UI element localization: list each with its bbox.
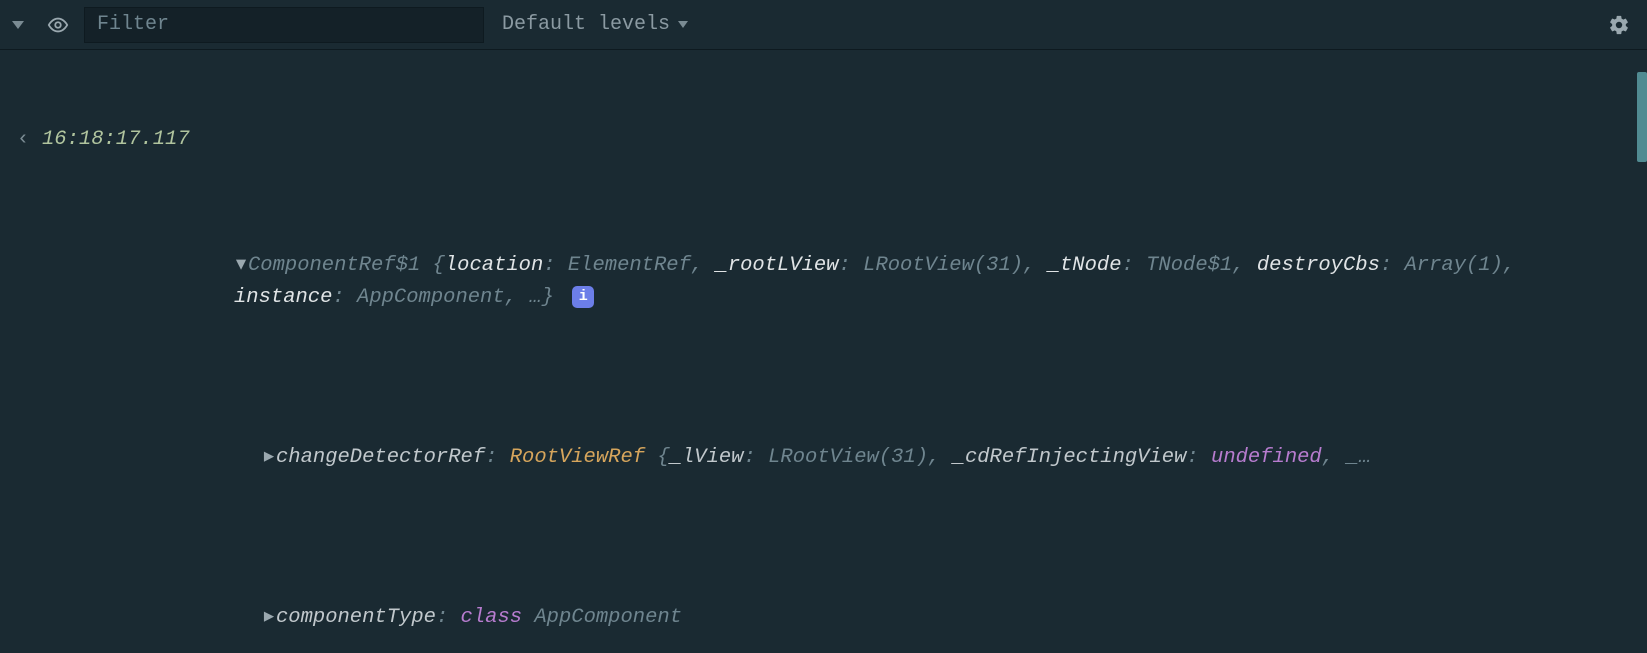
log-timestamp: 16:18:17.117 <box>42 124 190 156</box>
caret-right-icon[interactable]: ▸ <box>262 442 276 474</box>
prop-componentType[interactable]: ▸componentType: class AppComponent <box>234 602 1633 634</box>
info-badge[interactable]: i <box>572 286 594 308</box>
console-log-area: ‹ 16:18:17.117 ▾ComponentRef$1 {location… <box>0 50 1647 653</box>
gear-icon <box>1608 14 1630 36</box>
log-levels-dropdown[interactable]: Default levels <box>492 9 698 41</box>
scrollbar-thumb[interactable] <box>1637 72 1647 162</box>
live-expression-button[interactable] <box>40 7 76 43</box>
log-entry[interactable]: ‹ 16:18:17.117 ▾ComponentRef$1 {location… <box>14 122 1633 653</box>
console-settings-button[interactable] <box>1601 7 1637 43</box>
prop-changeDetectorRef[interactable]: ▸changeDetectorRef: RootViewRef {_lView:… <box>234 442 1633 474</box>
object-summary[interactable]: ▾ComponentRef$1 {location: ElementRef, _… <box>234 250 1633 314</box>
caret-right-icon[interactable]: ▸ <box>262 602 276 634</box>
context-dropdown[interactable] <box>4 7 32 43</box>
log-levels-label: Default levels <box>502 9 670 41</box>
chevron-down-icon <box>12 21 24 29</box>
filter-input[interactable] <box>84 7 484 43</box>
expand-stack-icon[interactable]: ‹ <box>14 124 32 156</box>
chevron-down-icon <box>678 21 688 28</box>
eye-icon <box>47 14 69 36</box>
caret-down-icon[interactable]: ▾ <box>234 250 248 282</box>
console-toolbar: Default levels <box>0 0 1647 50</box>
